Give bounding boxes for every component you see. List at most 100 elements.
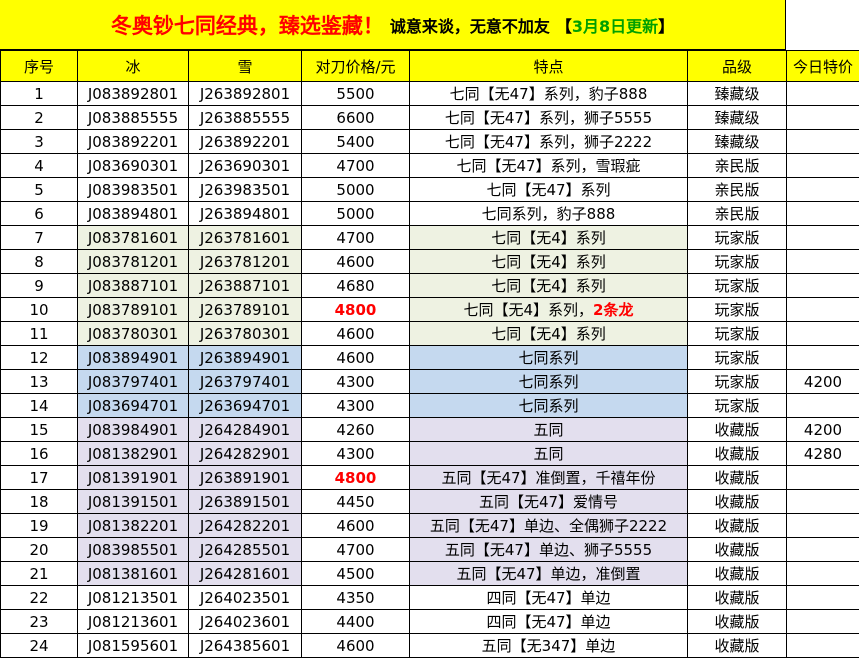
feature-cell: 七同【无4】系列 — [410, 250, 688, 274]
table-row: 23J081213601J2640236014400四同【无47】单边收藏版 — [1, 610, 859, 634]
special-price-cell — [787, 106, 859, 130]
grade-cell: 收藏版 — [688, 538, 787, 562]
serial-cell: 4 — [1, 154, 78, 178]
special-price-cell — [787, 346, 859, 370]
price-cell: 6600 — [302, 106, 410, 130]
price-cell: 4300 — [302, 394, 410, 418]
special-price-cell: 4200 — [787, 418, 859, 442]
serial-cell: 17 — [1, 466, 78, 490]
price-cell: 4700 — [302, 154, 410, 178]
serial-cell: 8 — [1, 250, 78, 274]
ice-serial-cell: J083694701 — [78, 394, 189, 418]
serial-cell: 7 — [1, 226, 78, 250]
feature-cell: 五同 — [410, 442, 688, 466]
special-price-cell: 4200 — [787, 370, 859, 394]
table-row: 4J083690301J2636903014700七同【无47】系列，雪瑕疵亲民… — [1, 154, 859, 178]
grade-cell: 玩家版 — [688, 346, 787, 370]
price-cell: 4260 — [302, 418, 410, 442]
snow-serial-cell: J263892801 — [189, 82, 302, 106]
grade-cell: 玩家版 — [688, 370, 787, 394]
feature-text: 七同【无47】系列，狮子2222 — [445, 133, 652, 151]
snow-serial-cell: J263797401 — [189, 370, 302, 394]
serial-cell: 10 — [1, 298, 78, 322]
header-cell: 序号 — [1, 51, 78, 82]
spreadsheet: 冬奥钞七同经典，臻选鉴藏！ 诚意来谈，无意不加友 【3月8日更新】 序号 冰 雪… — [0, 0, 859, 656]
feature-cell: 七同系列 — [410, 346, 688, 370]
table-row: 8J083781201J2637812014600七同【无4】系列玩家版 — [1, 250, 859, 274]
feature-text: 四同【无47】单边 — [486, 613, 610, 631]
ice-serial-cell: J081213501 — [78, 586, 189, 610]
price-cell: 4700 — [302, 538, 410, 562]
special-price-cell — [787, 634, 859, 658]
price-cell: 5000 — [302, 202, 410, 226]
ice-serial-cell: J081595601 — [78, 634, 189, 658]
table-row: 20J083985501J2642855014700五同【无47】单边、狮子55… — [1, 538, 859, 562]
table-row: 13J083797401J2637974014300七同系列玩家版4200 — [1, 370, 859, 394]
feature-text: 五同 — [533, 445, 563, 463]
banner-bracket-open: 【 — [556, 17, 572, 36]
grade-cell: 臻藏级 — [688, 130, 787, 154]
grade-cell: 玩家版 — [688, 250, 787, 274]
grade-cell: 收藏版 — [688, 562, 787, 586]
serial-cell: 9 — [1, 274, 78, 298]
serial-cell: 24 — [1, 634, 78, 658]
table-row: 22J081213501J2640235014350四同【无47】单边收藏版 — [1, 586, 859, 610]
snow-serial-cell: J263789101 — [189, 298, 302, 322]
price-cell: 4600 — [302, 346, 410, 370]
serial-cell: 12 — [1, 346, 78, 370]
grade-cell: 收藏版 — [688, 466, 787, 490]
grade-cell: 收藏版 — [688, 442, 787, 466]
serial-cell: 21 — [1, 562, 78, 586]
ice-serial-cell: J083983501 — [78, 178, 189, 202]
price-cell: 4300 — [302, 442, 410, 466]
price-cell: 4350 — [302, 586, 410, 610]
feature-text: 七同系列 — [518, 373, 578, 391]
special-price-cell — [787, 490, 859, 514]
special-price-cell — [787, 586, 859, 610]
serial-cell: 19 — [1, 514, 78, 538]
grade-cell: 玩家版 — [688, 322, 787, 346]
snow-serial-cell: J264284901 — [189, 418, 302, 442]
ice-serial-cell: J083780301 — [78, 322, 189, 346]
feature-cell: 五同【无47】爱情号 — [410, 490, 688, 514]
table-row: 21J081381601J2642816014500五同【无47】单边，准倒置收… — [1, 562, 859, 586]
serial-cell: 2 — [1, 106, 78, 130]
feature-cell: 七同【无4】系列 — [410, 274, 688, 298]
table-row: 9J083887101J2638871014680七同【无4】系列玩家版 — [1, 274, 859, 298]
grade-cell: 收藏版 — [688, 514, 787, 538]
ice-serial-cell: J083885555 — [78, 106, 189, 130]
ice-serial-cell: J083797401 — [78, 370, 189, 394]
special-price-cell — [787, 274, 859, 298]
feature-text: 七同系列，豹子888 — [482, 205, 616, 223]
special-price-cell — [787, 562, 859, 586]
table-row: 2J083885555J2638855556600七同【无47】系列，狮子555… — [1, 106, 859, 130]
table-row: 6J083894801J2638948015000七同系列，豹子888亲民版 — [1, 202, 859, 226]
snow-serial-cell: J263894801 — [189, 202, 302, 226]
serial-cell: 23 — [1, 610, 78, 634]
ice-serial-cell: J083985501 — [78, 538, 189, 562]
price-cell: 5500 — [302, 82, 410, 106]
serial-cell: 1 — [1, 82, 78, 106]
feature-cell: 五同【无47】单边、狮子5555 — [410, 538, 688, 562]
special-price-cell — [787, 250, 859, 274]
snow-serial-cell: J263690301 — [189, 154, 302, 178]
table-row: 3J083892201J2638922015400七同【无47】系列，狮子222… — [1, 130, 859, 154]
snow-serial-cell: J263694701 — [189, 394, 302, 418]
serial-cell: 20 — [1, 538, 78, 562]
feature-highlight: 2条龙 — [593, 301, 633, 319]
snow-serial-cell: J264285501 — [189, 538, 302, 562]
ice-serial-cell: J083892801 — [78, 82, 189, 106]
feature-cell: 七同【无4】系列，2条龙 — [410, 298, 688, 322]
special-price-cell — [787, 154, 859, 178]
feature-text: 七同系列 — [518, 397, 578, 415]
ice-serial-cell: J083781601 — [78, 226, 189, 250]
grade-cell: 玩家版 — [688, 274, 787, 298]
special-price-cell — [787, 610, 859, 634]
special-price-cell — [787, 130, 859, 154]
ice-serial-cell: J083894901 — [78, 346, 189, 370]
price-cell: 4400 — [302, 610, 410, 634]
serial-cell: 18 — [1, 490, 78, 514]
table-row: 12J083894901J2638949014600七同系列玩家版 — [1, 346, 859, 370]
snow-serial-cell: J263891901 — [189, 466, 302, 490]
banner-bracket-close: 】 — [658, 17, 674, 36]
